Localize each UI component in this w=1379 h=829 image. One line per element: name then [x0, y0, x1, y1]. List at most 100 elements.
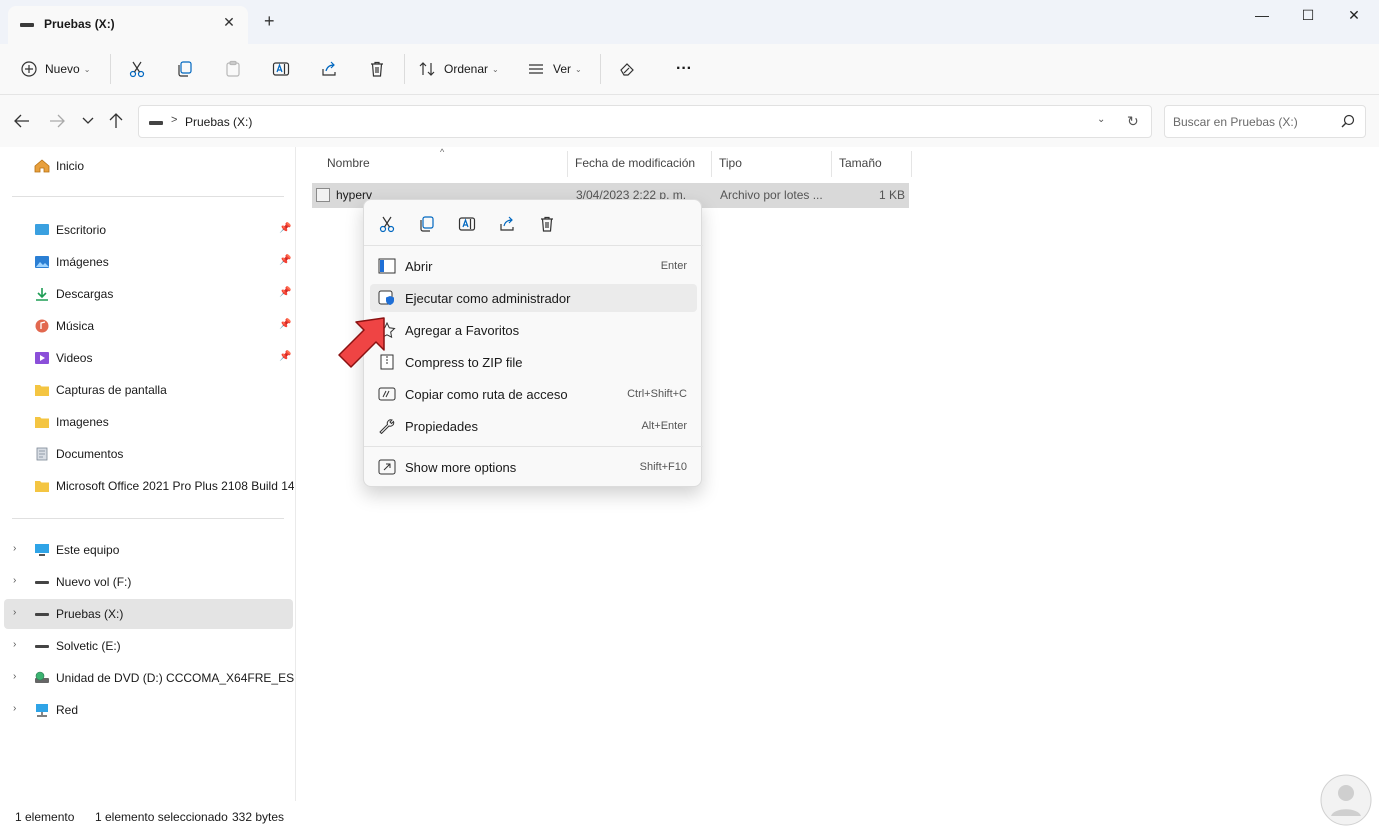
chevron-down-icon[interactable]: ⌄	[1097, 114, 1105, 125]
sidebar-item-label: Videos	[56, 351, 93, 365]
share-icon	[322, 61, 336, 76]
address-bar[interactable]: > Pruebas (X:) ⌄ ↻	[138, 105, 1152, 138]
pictures-icon	[35, 256, 49, 268]
context-delete-button[interactable]	[533, 212, 561, 236]
chevron-right-icon[interactable]: ›	[13, 575, 16, 586]
tab-close-icon[interactable]: ✕	[220, 13, 238, 31]
sidebar-item-documents[interactable]: Documentos	[0, 439, 296, 469]
context-item-open[interactable]: Abrir Enter	[370, 252, 697, 280]
toolbar-divider	[110, 54, 111, 84]
sidebar-item-videos[interactable]: Videos 📌	[0, 343, 296, 373]
maximize-button[interactable]: ☐	[1285, 0, 1331, 32]
chevron-right-icon[interactable]: ›	[13, 671, 16, 682]
context-item-add-favorites[interactable]: Agregar a Favoritos	[370, 316, 697, 344]
share-button[interactable]	[320, 54, 338, 84]
copy-icon	[420, 216, 434, 232]
sidebar-item-home[interactable]: Inicio	[0, 151, 296, 181]
context-item-shortcut: Alt+Enter	[641, 420, 687, 432]
pin-icon[interactable]: 📌	[279, 287, 291, 298]
breadcrumb-separator: >	[171, 114, 178, 126]
column-header-date[interactable]: Fecha de modificación	[575, 156, 695, 170]
context-item-run-as-admin[interactable]: Ejecutar como administrador	[370, 284, 697, 312]
sort-icon	[419, 62, 435, 76]
paste-button[interactable]	[224, 54, 242, 84]
sidebar-item-drive-f[interactable]: › Nuevo vol (F:)	[0, 567, 296, 597]
delete-button[interactable]	[368, 54, 386, 84]
rename-button[interactable]	[272, 54, 290, 84]
search-box[interactable]: Buscar en Pruebas (X:)	[1164, 105, 1366, 138]
sidebar-item-label: Imágenes	[56, 255, 109, 269]
context-share-button[interactable]	[493, 212, 521, 236]
context-item-show-more[interactable]: Show more options Shift+F10	[370, 453, 697, 481]
wrench-icon	[379, 419, 395, 434]
context-item-properties[interactable]: Propiedades Alt+Enter	[370, 412, 697, 440]
dvd-drive-icon	[35, 671, 49, 683]
back-button[interactable]	[12, 113, 32, 129]
sidebar-item-office[interactable]: Microsoft Office 2021 Pro Plus 2108 Buil…	[0, 471, 296, 501]
context-rename-button[interactable]	[453, 212, 481, 236]
context-item-copy-path[interactable]: Copiar como ruta de acceso Ctrl+Shift+C	[370, 380, 697, 408]
column-divider[interactable]	[911, 151, 912, 177]
minimize-button[interactable]: —	[1239, 0, 1285, 32]
chevron-right-icon[interactable]: ›	[13, 607, 16, 618]
context-item-label: Abrir	[405, 259, 433, 274]
context-menu: Abrir Enter Ejecutar como administrador …	[363, 199, 703, 487]
open-window-icon	[378, 258, 396, 274]
pin-icon[interactable]: 📌	[279, 351, 291, 362]
cut-button[interactable]	[128, 54, 146, 84]
sidebar-item-pictures[interactable]: Imágenes 📌	[0, 247, 296, 277]
close-window-button[interactable]: ✕	[1331, 0, 1377, 32]
recent-locations-button[interactable]	[78, 113, 98, 129]
batch-file-icon	[316, 188, 330, 202]
pin-icon[interactable]: 📌	[279, 223, 291, 234]
sidebar-item-drive-e[interactable]: › Solvetic (E:)	[0, 631, 296, 661]
sidebar-item-label: Red	[56, 703, 79, 717]
rename-icon	[272, 62, 290, 76]
sort-button[interactable]: Ordenar ⌄	[418, 54, 499, 84]
pin-icon[interactable]: 📌	[279, 255, 291, 266]
more-options-button[interactable]: ···	[676, 54, 692, 84]
context-copy-button[interactable]	[413, 212, 441, 236]
breadcrumb-item[interactable]: Pruebas (X:)	[185, 115, 252, 129]
search-icon[interactable]	[1341, 114, 1355, 128]
context-cut-button[interactable]	[373, 212, 401, 236]
sidebar-item-downloads[interactable]: Descargas 📌	[0, 279, 296, 309]
column-header-type[interactable]: Tipo	[719, 156, 742, 170]
column-divider[interactable]	[567, 151, 568, 177]
chevron-right-icon[interactable]: ›	[13, 639, 16, 650]
sidebar-item-music[interactable]: Música 📌	[0, 311, 296, 341]
view-button[interactable]: Ver ⌄	[527, 54, 582, 84]
new-button[interactable]: Nuevo ⌄	[20, 54, 90, 84]
forward-button[interactable]	[47, 113, 67, 129]
sidebar-item-label: Imagenes	[56, 415, 109, 429]
music-icon	[35, 319, 49, 333]
pin-icon[interactable]: 📌	[279, 319, 291, 330]
context-divider	[364, 446, 703, 447]
search-input[interactable]: Buscar en Pruebas (X:)	[1173, 115, 1298, 129]
sidebar-item-screenshots[interactable]: Capturas de pantalla	[0, 375, 296, 405]
column-divider[interactable]	[831, 151, 832, 177]
set-wallpaper-button[interactable]	[618, 54, 636, 84]
sidebar-item-desktop[interactable]: Escritorio 📌	[0, 215, 296, 245]
refresh-icon[interactable]: ↻	[1127, 113, 1139, 130]
sidebar-item-imagenes[interactable]: Imagenes	[0, 407, 296, 437]
column-header-size[interactable]: Tamaño	[839, 156, 882, 170]
tab-pruebas[interactable]: Pruebas (X:) ✕	[8, 6, 248, 44]
chevron-down-icon: ⌄	[83, 64, 91, 74]
column-divider[interactable]	[711, 151, 712, 177]
view-label: Ver	[553, 62, 572, 76]
sidebar-item-this-pc[interactable]: › Este equipo	[0, 535, 296, 565]
sidebar-item-network[interactable]: › Red	[0, 695, 296, 725]
new-tab-button[interactable]: +	[264, 12, 275, 30]
arrow-right-icon	[50, 114, 65, 128]
column-header-name[interactable]: Nombre	[327, 156, 370, 170]
context-item-compress-zip[interactable]: Compress to ZIP file	[370, 348, 697, 376]
copy-button[interactable]	[176, 54, 194, 84]
eraser-icon	[620, 63, 634, 76]
chevron-right-icon[interactable]: ›	[13, 703, 16, 714]
sidebar-item-drive-x[interactable]: › Pruebas (X:)	[4, 599, 293, 629]
solvetic-logo-icon	[1320, 774, 1372, 826]
up-button[interactable]	[106, 113, 126, 129]
chevron-right-icon[interactable]: ›	[13, 543, 16, 554]
sidebar-item-dvd[interactable]: › Unidad de DVD (D:) CCCOMA_X64FRE_ES-MX	[0, 663, 296, 693]
